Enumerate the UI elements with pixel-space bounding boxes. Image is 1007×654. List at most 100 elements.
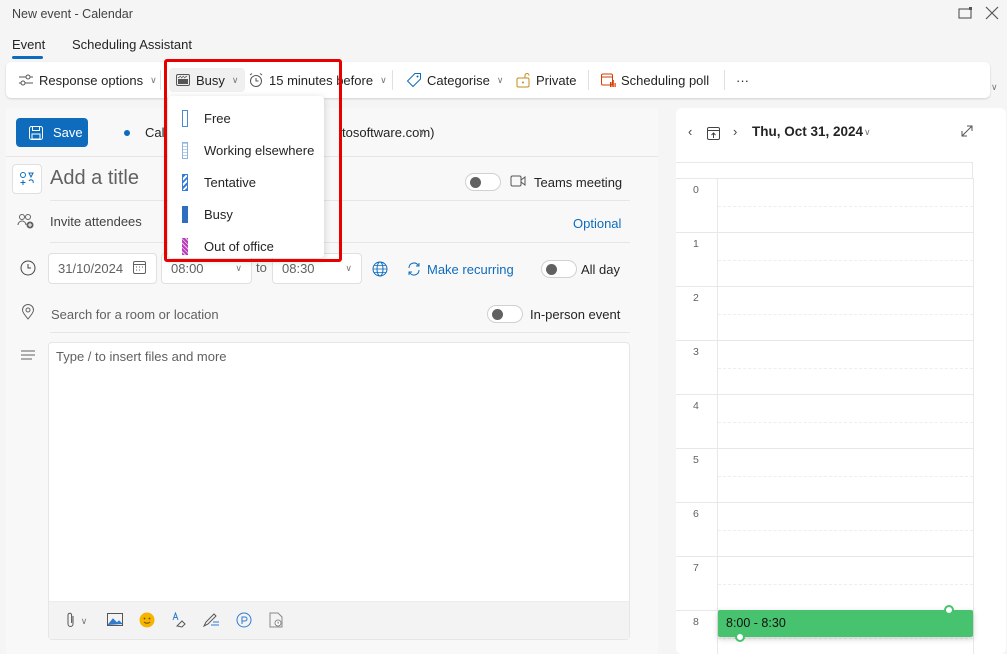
calendar-event-block[interactable]: 8:00 - 8:30 [718, 610, 973, 637]
calendar-color-dot [124, 130, 130, 136]
title-bar: New event - Calendar [0, 0, 1007, 30]
save-icon [28, 125, 44, 141]
divider [724, 70, 725, 90]
hour-label: 2 [693, 292, 699, 304]
calendar-picker-icon[interactable] [133, 260, 147, 277]
window-title: New event - Calendar [12, 7, 133, 21]
hour-label: 8 [693, 616, 699, 628]
tag-icon [406, 72, 422, 88]
signature-pen-icon[interactable] [202, 612, 220, 630]
half-hour-line [718, 530, 973, 531]
teams-meeting-toggle[interactable] [465, 173, 501, 191]
in-person-toggle[interactable] [487, 305, 523, 323]
expand-ribbon-chevron-icon[interactable]: ∨ [991, 82, 998, 93]
teams-meeting-label: Teams meeting [534, 175, 623, 190]
insert-picture-icon[interactable] [106, 612, 124, 630]
divider [160, 70, 161, 90]
tab-event[interactable]: Event [12, 37, 45, 52]
chevron-down-icon[interactable]: ∨ [864, 127, 871, 138]
chevron-down-icon[interactable]: ∨ [418, 127, 425, 138]
private-button[interactable]: Private [509, 68, 582, 92]
half-hour-line [718, 314, 973, 315]
tab-scheduling-assistant[interactable]: Scheduling Assistant [72, 37, 192, 52]
scheduling-poll-icon [600, 72, 616, 88]
close-icon[interactable] [983, 6, 1001, 24]
end-time-value: 08:30 [282, 261, 315, 276]
start-date-field[interactable]: 31/10/2024 [48, 253, 157, 284]
emoji-icon[interactable] [138, 612, 156, 630]
expand-icon[interactable] [961, 125, 973, 140]
hour-row[interactable]: 5 [676, 448, 973, 502]
start-date-value: 31/10/2024 [58, 261, 124, 276]
half-hour-line [718, 584, 973, 585]
in-person-label: In-person event [530, 307, 621, 322]
divider [392, 70, 393, 90]
active-tab-indicator [12, 56, 43, 59]
hour-row[interactable]: 7 [676, 556, 973, 610]
make-recurring-link[interactable]: Make recurring [427, 262, 514, 277]
response-options-button[interactable]: Response options ∨ [12, 68, 163, 92]
chevron-down-icon: ∨ [235, 263, 242, 273]
calendar-selector-prefix[interactable]: Cal [145, 125, 165, 140]
grid-divider [973, 178, 974, 654]
title-icon-button[interactable] [12, 164, 42, 194]
more-options-button[interactable]: ··· [730, 68, 755, 92]
half-hour-line [718, 368, 973, 369]
hour-label: 7 [693, 562, 699, 574]
private-label: Private [536, 72, 577, 88]
all-day-toggle[interactable] [541, 260, 577, 278]
invite-attendees-input[interactable]: Invite attendees [50, 214, 142, 229]
event-body-editor[interactable] [48, 342, 630, 640]
more-icon: ··· [736, 72, 749, 88]
calendar-date-selector[interactable]: Thu, Oct 31, 2024 [752, 124, 863, 139]
time-zone-globe-icon[interactable] [372, 261, 388, 280]
go-to-today-icon[interactable] [707, 126, 720, 143]
add-people-icon [17, 212, 35, 230]
sliders-icon [18, 72, 34, 88]
scheduling-poll-button[interactable]: Scheduling poll [594, 68, 715, 92]
hour-row[interactable]: 4 [676, 394, 973, 448]
next-day-icon[interactable]: › [733, 124, 737, 139]
hour-row[interactable]: 1 [676, 232, 973, 286]
half-hour-line [718, 638, 973, 639]
title-input[interactable]: Add a title [50, 167, 139, 190]
hour-row[interactable]: 3 [676, 340, 973, 394]
save-button[interactable]: Save [16, 118, 88, 147]
all-day-label: All day [581, 262, 621, 277]
location-input[interactable]: Search for a room or location [51, 307, 219, 322]
hour-label: 4 [693, 400, 699, 412]
chevron-down-icon: ∨ [380, 74, 387, 85]
previous-day-icon[interactable]: ‹ [688, 124, 692, 139]
text-lines-icon [19, 348, 37, 366]
video-camera-icon [510, 174, 526, 191]
hour-row[interactable]: 6 [676, 502, 973, 556]
popout-icon[interactable] [957, 6, 975, 24]
hour-row[interactable]: 2 [676, 286, 973, 340]
divider [50, 332, 630, 333]
recurring-icon [406, 261, 422, 280]
resize-handle-bottom[interactable] [735, 632, 745, 642]
chevron-down-icon[interactable]: ∨ [75, 612, 93, 630]
hour-row[interactable]: 0 [676, 178, 973, 232]
hour-label: 5 [693, 454, 699, 466]
insert-file-time-icon[interactable] [267, 612, 285, 630]
start-time-value: 08:00 [171, 261, 204, 276]
body-placeholder: Type / to insert files and more [56, 349, 227, 364]
clock-icon [19, 260, 37, 278]
all-day-row[interactable] [676, 162, 973, 178]
response-options-label: Response options [39, 72, 144, 88]
hour-label: 3 [693, 346, 699, 358]
categorise-label: Categorise [427, 72, 490, 88]
hour-label: 6 [693, 508, 699, 520]
optional-attendees-link[interactable]: Optional [573, 216, 621, 231]
loop-component-icon[interactable] [235, 612, 253, 630]
resize-handle-top[interactable] [944, 605, 954, 615]
half-hour-line [718, 476, 973, 477]
unlock-icon [515, 72, 531, 88]
chevron-down-icon: ∨ [150, 74, 157, 85]
event-time-label: 8:00 - 8:30 [726, 616, 786, 630]
categorise-button[interactable]: Categorise ∨ [400, 68, 509, 92]
to-label: to [256, 260, 267, 275]
format-text-icon[interactable] [170, 611, 188, 630]
chevron-down-icon: ∨ [496, 74, 504, 85]
